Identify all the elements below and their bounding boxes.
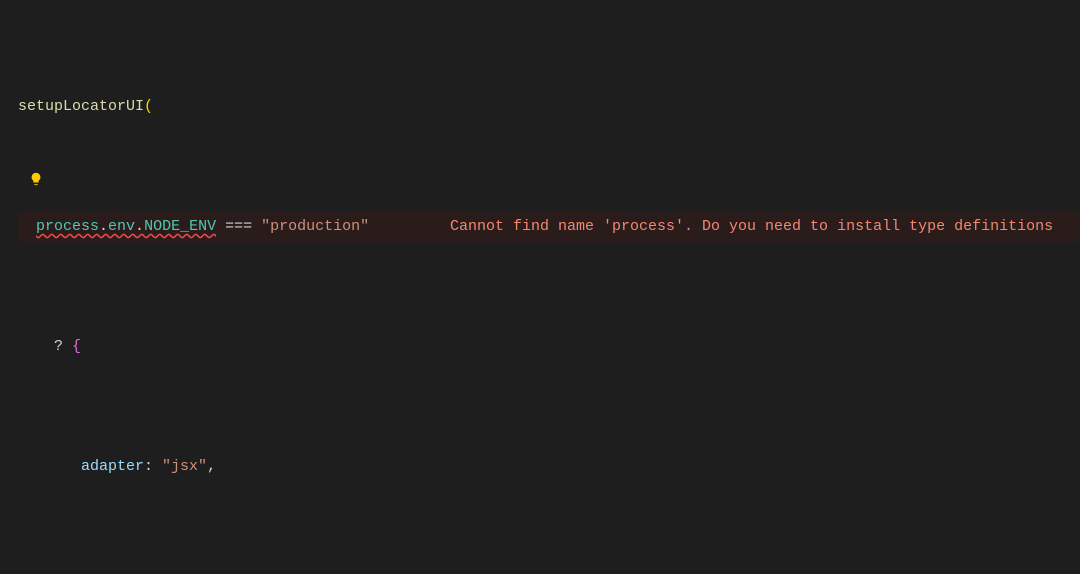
code-editor[interactable]: setupLocatorUI( process.env.NODE_ENV ===…: [0, 0, 1080, 574]
gutter: [0, 0, 46, 574]
token-fn: setupLocatorUI: [18, 98, 144, 115]
code-area[interactable]: setupLocatorUI( process.env.NODE_ENV ===…: [0, 2, 1080, 574]
code-line[interactable]: ? {: [18, 332, 1080, 362]
token-op: ===: [216, 218, 261, 235]
error-squiggle[interactable]: process.env.NODE_ENV: [36, 218, 216, 235]
lightbulb-icon[interactable]: [29, 172, 43, 186]
code-line[interactable]: setupLocatorUI(: [18, 92, 1080, 122]
token-dot: .: [99, 218, 108, 235]
code-line[interactable]: adapter: "jsx",: [18, 452, 1080, 482]
token-process: process: [36, 218, 99, 235]
token-brace: {: [72, 338, 81, 355]
token-env: env: [108, 218, 135, 235]
token-string: "production": [261, 218, 369, 235]
inline-error-message[interactable]: Cannot find name 'process'. Do you need …: [450, 212, 1053, 242]
token-ternary-q: ?: [54, 338, 72, 355]
token-string: "jsx": [162, 458, 207, 475]
token-nodeenv: NODE_ENV: [144, 218, 216, 235]
code-line-error[interactable]: process.env.NODE_ENV === "production"Can…: [18, 212, 1080, 242]
token-colon: :: [144, 458, 162, 475]
token-dot: .: [135, 218, 144, 235]
token-paren: (: [144, 98, 153, 115]
token-comma: ,: [207, 458, 216, 475]
token-key: adapter: [81, 458, 144, 475]
